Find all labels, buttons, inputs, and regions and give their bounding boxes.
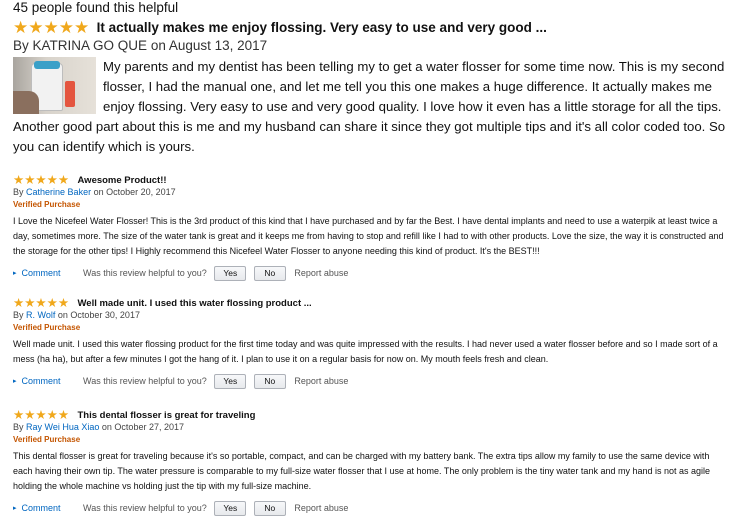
helpful-no-button[interactable]: No	[253, 501, 286, 516]
review-actions: ▸ Comment Was this review helpful to you?…	[13, 374, 731, 390]
review-title[interactable]: Awesome Product!!	[77, 175, 166, 186]
helpful-yes-button[interactable]: Yes	[214, 374, 247, 389]
review-item: ★★★★★ Awesome Product!! By Catherine Bak…	[13, 170, 731, 282]
helpful-yes-button[interactable]: Yes	[214, 501, 247, 516]
review-date: on October 27, 2017	[101, 422, 184, 432]
review-byline: By Catherine Baker on October 20, 2017	[13, 187, 176, 197]
report-abuse-link[interactable]: Report abuse	[294, 376, 348, 386]
review-body: This dental flosser is great for traveli…	[13, 451, 711, 491]
featured-review-title[interactable]: It actually makes me enjoy flossing. Ver…	[97, 20, 547, 35]
verified-purchase-badge: Verified Purchase	[13, 323, 81, 332]
helpful-count: 45 people found this helpful	[13, 0, 179, 15]
caret-right-icon: ▸	[13, 505, 17, 512]
byline-prefix: By	[13, 38, 29, 53]
review-byline: By R. Wolf on October 30, 2017	[13, 310, 140, 320]
review-date: on October 30, 2017	[57, 310, 140, 320]
helpful-no-button[interactable]: No	[253, 374, 286, 389]
helpful-question: Was this review helpful to you?	[83, 268, 207, 278]
featured-review-author[interactable]: KATRINA GO QUE	[33, 38, 148, 53]
featured-review-body: My parents and my dentist has been telli…	[13, 59, 726, 154]
comment-link[interactable]: Comment	[22, 268, 61, 278]
review-date: on October 20, 2017	[93, 187, 176, 197]
star-rating-icon: ★★★★★	[13, 296, 70, 310]
review-author-link[interactable]: R. Wolf	[26, 310, 55, 320]
star-rating-icon: ★★★★★	[13, 408, 70, 422]
review-actions: ▸ Comment Was this review helpful to you?…	[13, 501, 731, 517]
review-actions: ▸ Comment Was this review helpful to you?…	[13, 266, 731, 282]
verified-purchase-badge: Verified Purchase	[13, 200, 81, 209]
star-rating-icon: ★★★★★	[13, 173, 70, 187]
featured-review-date: on August 13, 2017	[150, 38, 268, 53]
review-author-link[interactable]: Ray Wei Hua Xiao	[26, 422, 99, 432]
review-title[interactable]: This dental flosser is great for traveli…	[77, 410, 255, 421]
helpful-no-button[interactable]: No	[253, 266, 286, 281]
featured-review-byline: By KATRINA GO QUE on August 13, 2017	[13, 38, 267, 53]
comment-link[interactable]: Comment	[22, 376, 61, 386]
featured-review-header: ★★★★★ It actually makes me enjoy flossin…	[13, 19, 547, 37]
report-abuse-link[interactable]: Report abuse	[294, 268, 348, 278]
review-item: ★★★★★ Well made unit. I used this water …	[13, 293, 731, 390]
helpful-question: Was this review helpful to you?	[83, 376, 207, 386]
verified-purchase-badge: Verified Purchase	[13, 435, 81, 444]
review-title[interactable]: Well made unit. I used this water flossi…	[77, 298, 311, 309]
review-author-link[interactable]: Catherine Baker	[26, 187, 91, 197]
helpful-yes-button[interactable]: Yes	[214, 266, 247, 281]
review-byline: By Ray Wei Hua Xiao on October 27, 2017	[13, 422, 184, 432]
review-body: I Love the Nicefeel Water Flosser! This …	[13, 216, 724, 256]
review-item: ★★★★★ This dental flosser is great for t…	[13, 405, 731, 517]
star-rating-icon: ★★★★★	[13, 18, 90, 37]
review-body: Well made unit. I used this water flossi…	[13, 339, 718, 364]
caret-right-icon: ▸	[13, 378, 17, 385]
caret-right-icon: ▸	[13, 270, 17, 277]
